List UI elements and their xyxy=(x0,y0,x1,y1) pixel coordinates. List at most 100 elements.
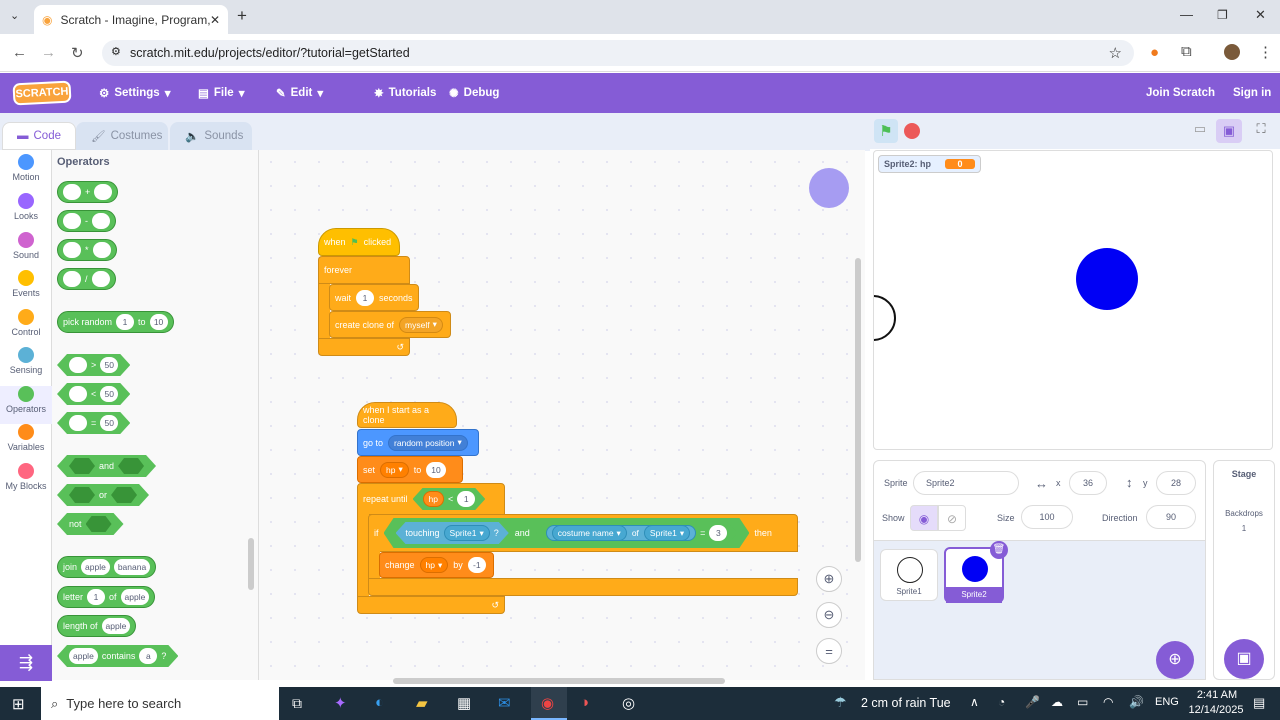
input-slot[interactable] xyxy=(63,242,81,258)
reload-icon[interactable]: ↻ xyxy=(71,44,84,62)
change-variable-block[interactable]: change hp ▾ by -1 xyxy=(379,552,494,578)
add-extension-button[interactable]: ⇶ xyxy=(0,645,52,681)
set-variable-block[interactable]: set hp ▾ to 10 xyxy=(357,456,463,483)
zoom-out-button[interactable]: ⊖ xyxy=(816,602,842,628)
block-or[interactable]: or xyxy=(57,484,149,506)
if-then-block[interactable]: if touching Sprite1 ▾? and costume name ▾ of… xyxy=(368,514,798,552)
object-dropdown[interactable]: Sprite1 ▾ xyxy=(644,525,690,541)
input-slot[interactable]: 50 xyxy=(100,357,118,373)
block-not[interactable]: not xyxy=(57,513,124,535)
wait-block[interactable]: wait 1 seconds xyxy=(329,284,419,311)
clock-date[interactable]: 12/14/2025 xyxy=(1184,704,1248,716)
green-flag-button[interactable]: ⚑ xyxy=(874,119,898,143)
sprite-name-input[interactable]: Sprite2 xyxy=(913,471,1019,495)
bool-slot[interactable] xyxy=(86,516,112,532)
browser-menu-icon[interactable]: ⋮ xyxy=(1258,43,1273,61)
sprite2-blue-circle[interactable] xyxy=(1076,248,1138,310)
choose-sprite-button[interactable]: ⊕ xyxy=(1156,641,1194,679)
touching-dropdown[interactable]: Sprite1 ▾ xyxy=(444,525,490,541)
tab-search-icon[interactable]: ⌄ xyxy=(10,9,19,22)
script-workspace[interactable]: when ⚑ clicked forever wait 1 seconds create… xyxy=(259,150,865,684)
minimize-icon[interactable]: — xyxy=(1180,7,1193,22)
goto-target-dropdown[interactable]: random position ▾ xyxy=(388,434,468,451)
speaker-icon[interactable]: 🔊 xyxy=(1129,695,1144,709)
size-input[interactable]: 100 xyxy=(1021,505,1073,529)
category-sensing[interactable]: Sensing xyxy=(0,347,52,385)
category-sound[interactable]: Sound xyxy=(0,232,52,270)
weather-text[interactable]: 2 cm of rain Tue xyxy=(861,696,951,710)
zoom-in-button[interactable]: ⊕ xyxy=(816,566,842,592)
category-operators[interactable]: Operators xyxy=(0,386,52,424)
large-stage-button[interactable]: ▣ xyxy=(1216,119,1242,143)
input-slot[interactable] xyxy=(69,386,87,402)
block-greater-than[interactable]: >50 xyxy=(57,354,130,376)
bool-slot[interactable] xyxy=(69,458,95,474)
input-slot[interactable] xyxy=(92,213,110,229)
input-slot[interactable]: 1 xyxy=(87,589,106,605)
category-variables[interactable]: Variables xyxy=(0,424,52,462)
category-control[interactable]: Control xyxy=(0,309,52,347)
variable-dropdown[interactable]: hp ▾ xyxy=(419,557,449,573)
onedrive-icon[interactable]: ☁ xyxy=(1051,695,1063,709)
fullscreen-button[interactable]: ⛶ xyxy=(1251,121,1271,141)
chrome-taskbar-button[interactable]: ◉ xyxy=(531,687,567,720)
extension-icon[interactable]: ● xyxy=(1150,44,1159,61)
go-to-block[interactable]: go to random position ▾ xyxy=(357,429,479,456)
sprite-tile-sprite1[interactable]: Sprite1 xyxy=(880,549,938,601)
show-visible-button[interactable]: ◉ xyxy=(910,505,938,531)
input-slot[interactable]: -1 xyxy=(467,557,486,573)
input-slot[interactable]: 3 xyxy=(709,525,727,541)
forward-icon[interactable]: → xyxy=(41,44,56,61)
equals-condition[interactable]: costume name ▾ of Sprite1 ▾ = 3 xyxy=(536,522,738,544)
clock-time[interactable]: 2:41 AM xyxy=(1192,689,1242,701)
browser-tab[interactable]: ◉ Scratch - Imagine, Program, Sh ✕ xyxy=(34,5,228,34)
block-and[interactable]: and xyxy=(57,455,156,477)
battery-icon[interactable]: ▭ xyxy=(1077,695,1088,709)
obs-icon[interactable]: ◎ xyxy=(622,694,635,712)
sprite-tile-sprite2[interactable]: Sprite2 🗑 xyxy=(944,541,1008,603)
outlook-icon[interactable]: ✉ xyxy=(498,694,511,712)
wifi-icon[interactable]: ◠ xyxy=(1103,695,1113,709)
sign-in-link[interactable]: Sign in xyxy=(1233,73,1271,113)
settings-menu[interactable]: ⚙ Settings ▾ xyxy=(99,73,170,113)
block-pick-random[interactable]: pick random 1 to 10 xyxy=(57,311,174,333)
window-close-icon[interactable]: ✕ xyxy=(1255,7,1266,23)
workspace-vertical-scrollbar[interactable] xyxy=(855,258,861,562)
block-add[interactable]: + xyxy=(57,181,119,203)
site-info-icon[interactable]: ⚙ xyxy=(111,45,121,58)
input-slot[interactable]: 1 xyxy=(116,314,135,330)
input-slot[interactable]: apple xyxy=(120,589,150,605)
copilot-icon[interactable]: ✦ xyxy=(334,694,347,712)
bool-slot[interactable] xyxy=(111,487,137,503)
file-menu[interactable]: ▤ File ▾ xyxy=(198,73,244,113)
property-dropdown[interactable]: costume name ▾ xyxy=(552,525,627,541)
input-slot[interactable]: a xyxy=(139,648,157,664)
show-hidden-button[interactable]: ⊘ xyxy=(938,505,966,531)
touching-condition[interactable]: touching Sprite1 ▾? xyxy=(396,522,509,544)
input-slot[interactable] xyxy=(63,184,81,200)
tab-costumes[interactable]: 🖌 Costumes xyxy=(76,122,168,150)
and-condition[interactable]: touching Sprite1 ▾? and costume name ▾ of Spr… xyxy=(384,518,750,548)
input-slot[interactable]: 50 xyxy=(100,415,118,431)
tutorials-button[interactable]: ✸ Tutorials xyxy=(374,73,436,113)
puzzle-extensions-icon[interactable]: ⧉ xyxy=(1181,43,1192,60)
category-looks[interactable]: Looks xyxy=(0,193,52,231)
edge-icon[interactable]: ◐ xyxy=(375,694,384,711)
block-contains[interactable]: apple contains a? xyxy=(57,645,178,667)
block-multiply[interactable]: * xyxy=(57,239,117,261)
tray-app-icon[interactable]: ◔ xyxy=(998,695,1005,709)
store-icon[interactable]: ▦ xyxy=(457,694,471,712)
input-slot[interactable]: apple xyxy=(101,618,131,634)
stage-canvas[interactable]: Sprite2: hp 0 xyxy=(873,150,1273,450)
tab-sounds[interactable]: 🔈 Sounds xyxy=(170,122,252,150)
less-than-condition[interactable]: hp <1 xyxy=(413,488,486,510)
block-join[interactable]: join apple banana xyxy=(57,556,157,578)
close-tab-icon[interactable]: ✕ xyxy=(210,13,220,27)
input-slot[interactable] xyxy=(91,271,110,287)
category-my-blocks[interactable]: My Blocks xyxy=(0,463,52,501)
variable-dropdown[interactable]: hp ▾ xyxy=(380,461,409,478)
app-icon[interactable]: ◑ xyxy=(580,694,589,711)
url-field[interactable]: ⚙ scratch.mit.edu/projects/editor/?tutor… xyxy=(102,40,1134,66)
input-slot[interactable]: 10 xyxy=(149,314,168,330)
task-view-icon[interactable]: ⧉ xyxy=(292,695,302,712)
